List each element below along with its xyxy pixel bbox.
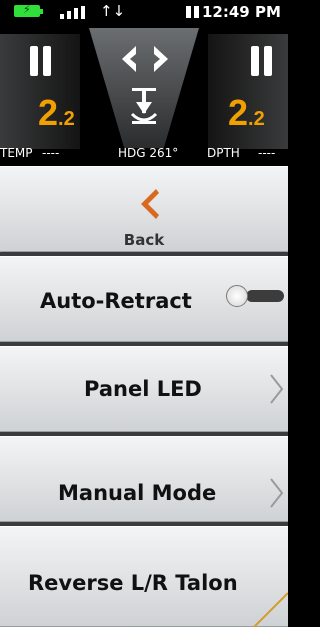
status-bar: ⚡ ↑↓ 12:49 PM — [0, 0, 288, 24]
settings-menu: Back Auto-Retract Panel LED Manual Mode … — [0, 166, 288, 627]
motor-status-header: 2.2 2.2 TEMP ---- HDG 261° DPTH ---- — [0, 24, 288, 166]
left-depth-main: 2 — [38, 92, 59, 133]
auto-retract-label: Auto-Retract — [40, 289, 192, 313]
reverse-talon-label: Reverse L/R Talon — [28, 571, 238, 595]
chevron-left-icon[interactable] — [118, 44, 140, 74]
toggle-track — [246, 290, 284, 302]
back-button[interactable]: Back — [0, 166, 288, 252]
info-line: TEMP ---- HDG 261° DPTH ---- — [0, 144, 288, 164]
clock: 12:49 PM — [202, 3, 281, 21]
chevron-right-icon — [270, 478, 284, 508]
right-depth-sub: .2 — [248, 108, 265, 130]
pause-icon — [186, 6, 200, 18]
depth-label: DPTH — [207, 146, 240, 160]
left-depth-readout: 2.2 — [38, 92, 75, 134]
panel-led-label: Panel LED — [84, 377, 202, 401]
chevron-right-icon — [270, 374, 284, 404]
anchor-down-icon[interactable] — [128, 86, 160, 126]
heading-readout: HDG 261° — [118, 146, 179, 160]
manual-mode-label: Manual Mode — [58, 481, 217, 505]
right-depth-main: 2 — [228, 92, 249, 133]
chevron-right-icon[interactable] — [150, 44, 172, 74]
menu-item-auto-retract[interactable]: Auto-Retract — [0, 256, 288, 342]
chevron-left-icon — [141, 189, 159, 219]
menu-item-manual-mode[interactable]: Manual Mode — [0, 436, 288, 522]
right-depth-readout: 2.2 — [228, 92, 265, 134]
sync-arrows-icon: ↑↓ — [100, 2, 126, 20]
auto-retract-toggle[interactable] — [226, 285, 284, 307]
temp-value: ---- — [42, 146, 60, 160]
corner-accent — [253, 592, 288, 627]
depth-value: ---- — [258, 146, 276, 160]
toggle-knob — [226, 285, 248, 307]
battery-charging-icon: ⚡ — [14, 3, 43, 17]
menu-item-panel-led[interactable]: Panel LED — [0, 346, 288, 432]
temp-label: TEMP — [0, 146, 33, 160]
back-label: Back — [123, 231, 165, 249]
signal-bars-icon — [60, 6, 85, 19]
left-depth-sub: .2 — [58, 108, 75, 130]
menu-item-reverse-talon[interactable]: Reverse L/R Talon — [0, 526, 288, 627]
right-pause-icon[interactable] — [251, 46, 273, 76]
left-pause-icon[interactable] — [30, 46, 52, 76]
